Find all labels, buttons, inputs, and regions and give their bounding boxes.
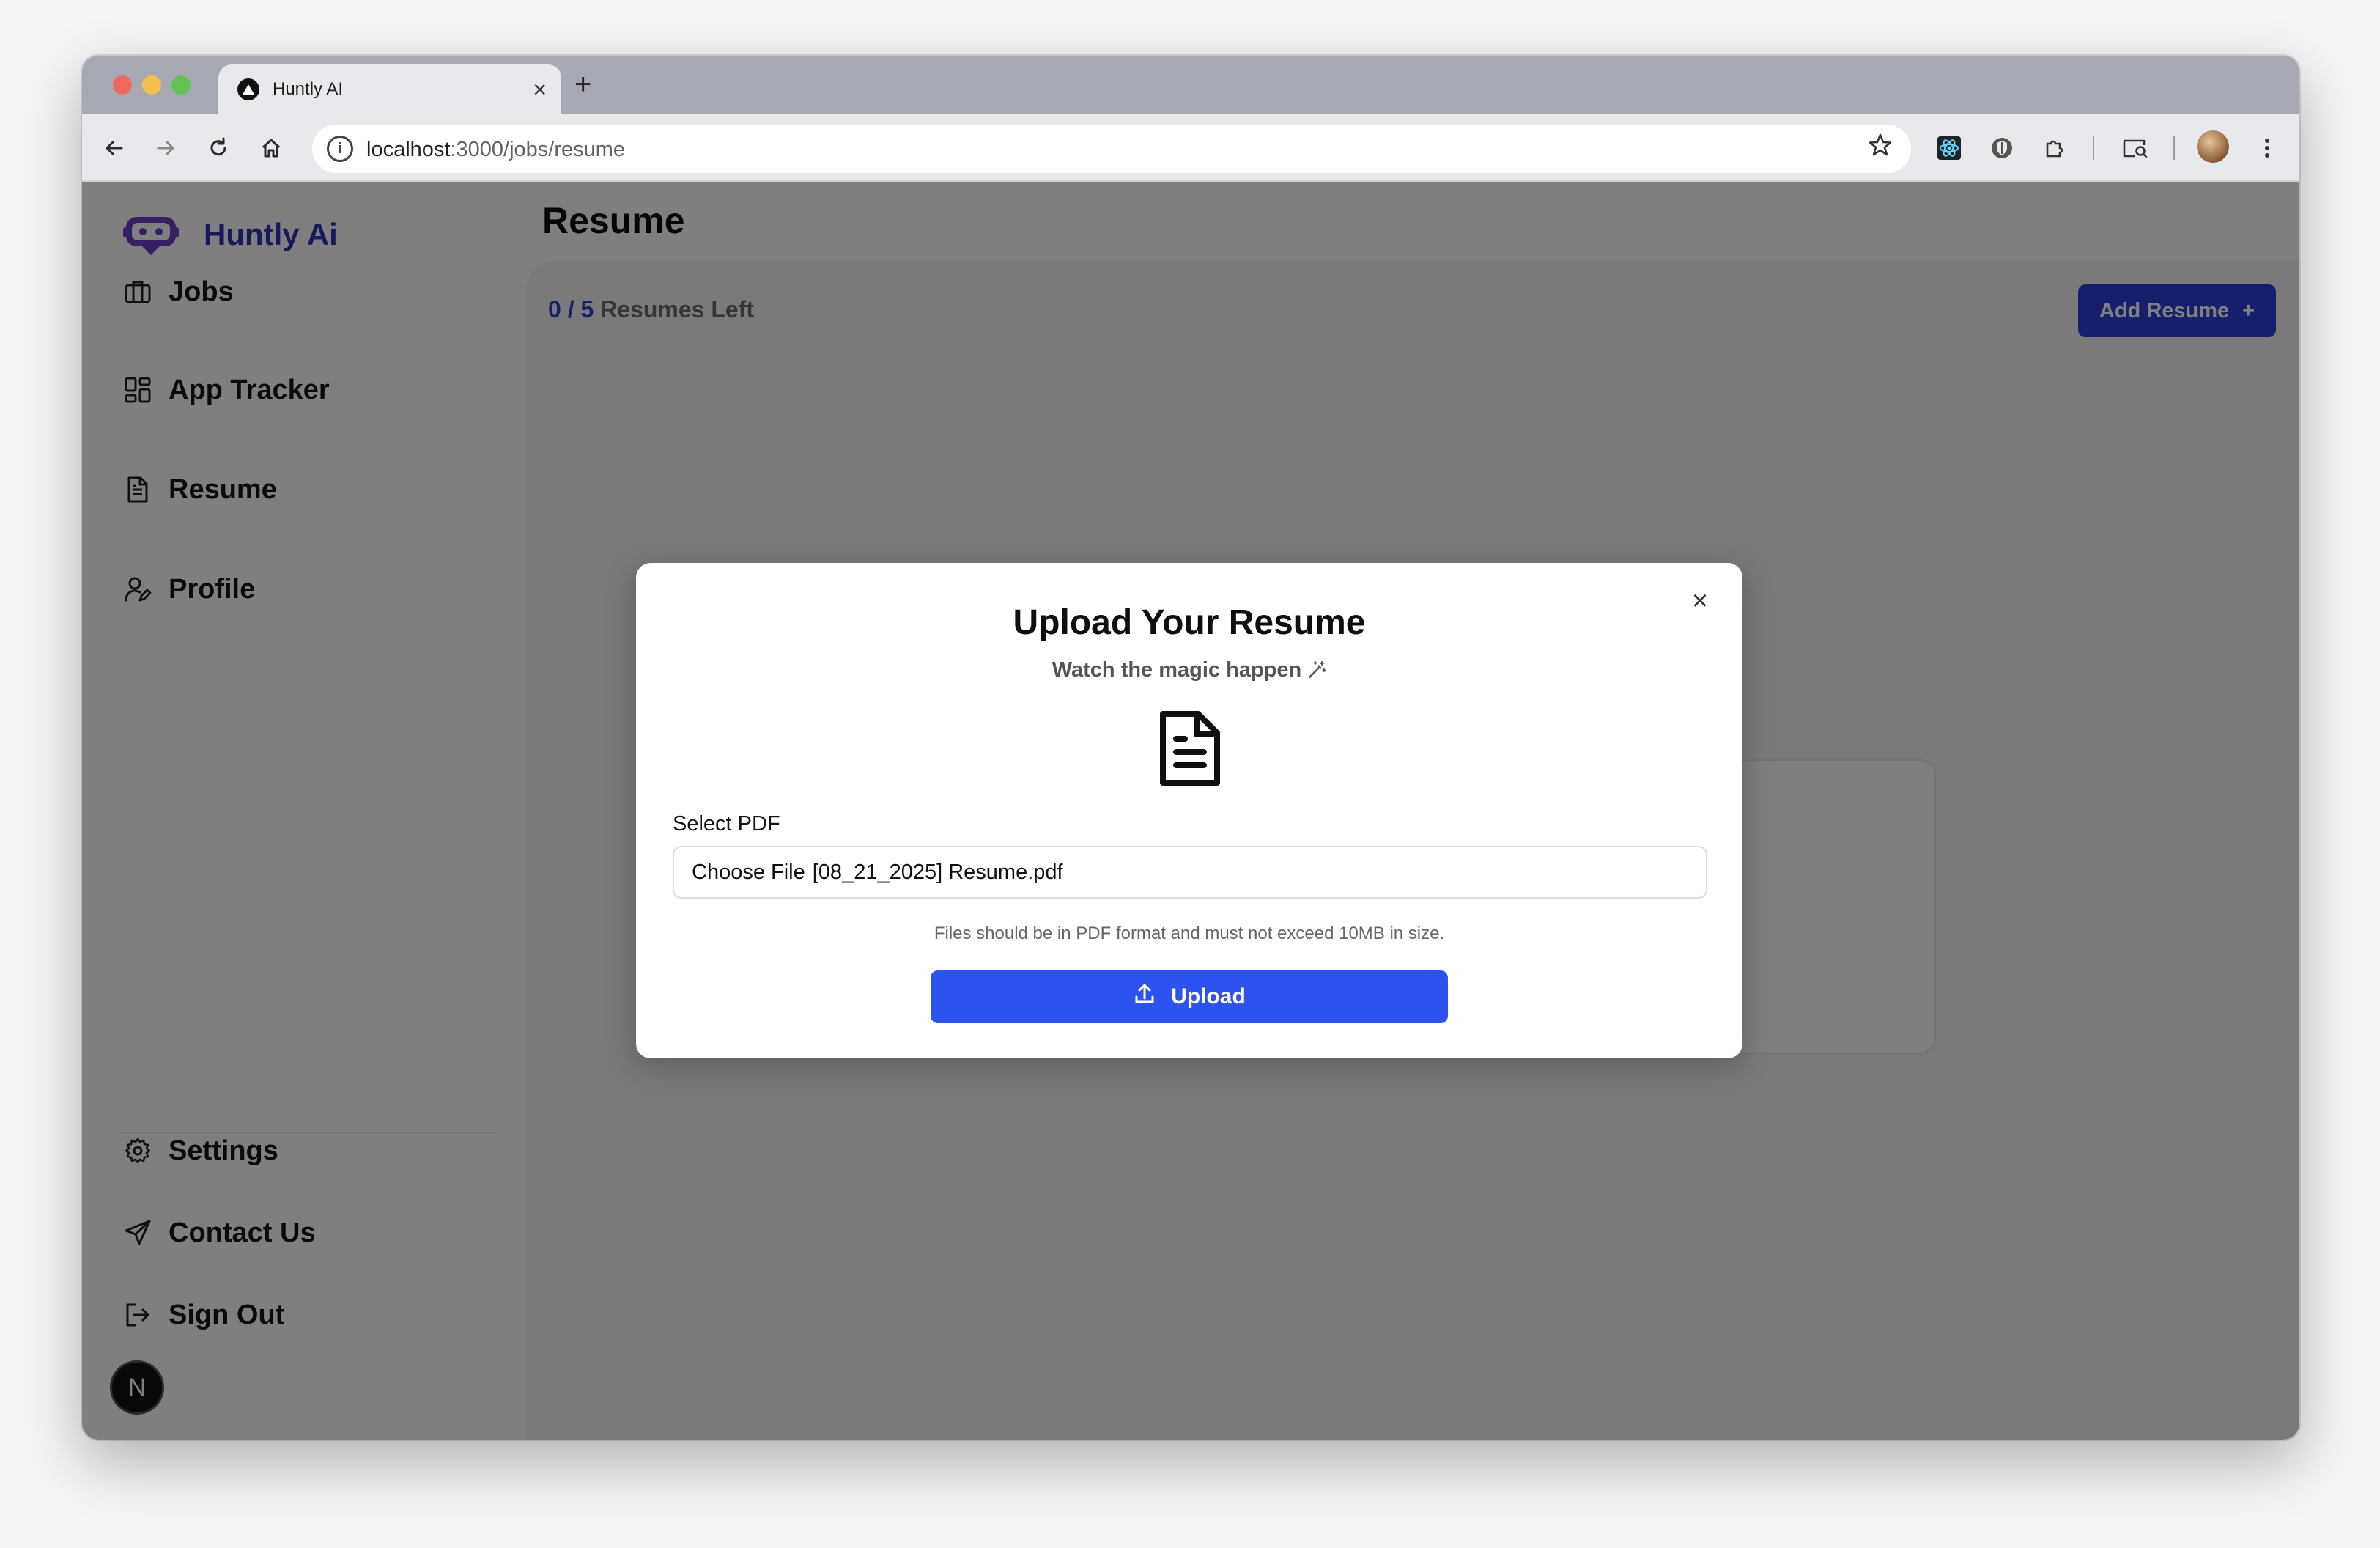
- puzzle-extensions-icon[interactable]: [2039, 132, 2071, 164]
- profile-avatar[interactable]: [2197, 130, 2229, 163]
- upload-resume-dialog: × Upload Your Resume Watch the magic hap…: [636, 563, 1742, 1058]
- dialog-subtitle: Watch the magic happen: [636, 658, 1742, 682]
- star-icon[interactable]: [1867, 132, 1893, 165]
- address-bar[interactable]: i localhost:3000/jobs/resume: [312, 125, 1911, 173]
- toolbar-separator: [2173, 136, 2175, 160]
- dialog-title: Upload Your Resume: [1013, 603, 1366, 642]
- select-pdf-label: Select PDF: [673, 812, 780, 836]
- tab-title: Huntly AI: [273, 79, 344, 99]
- tab-close-icon[interactable]: ×: [533, 75, 547, 104]
- desktop-background: Huntly AI × + i localhost:3000/jobs/resu…: [0, 0, 2380, 1548]
- browser-toolbar: i localhost:3000/jobs/resume: [82, 114, 2299, 182]
- back-arrow-icon[interactable]: [97, 130, 132, 166]
- forward-arrow-icon[interactable]: [148, 130, 183, 166]
- close-window-button[interactable]: [113, 75, 132, 95]
- toolbar-separator: [2093, 136, 2094, 160]
- home-icon[interactable]: [254, 130, 289, 166]
- selected-file-name: [08_21_2025] Resume.pdf: [812, 860, 1063, 884]
- browser-tab[interactable]: Huntly AI ×: [218, 64, 561, 114]
- magic-wand-icon: [1307, 658, 1326, 682]
- url-text: localhost:3000/jobs/resume: [366, 138, 626, 161]
- reload-icon[interactable]: [201, 130, 236, 166]
- info-icon[interactable]: i: [327, 136, 353, 162]
- react-devtools-icon[interactable]: [1933, 132, 1965, 164]
- shield-extension-icon[interactable]: [1986, 132, 2018, 164]
- upload-button[interactable]: Upload: [931, 970, 1448, 1023]
- upload-icon: [1133, 982, 1156, 1011]
- document-icon: [1160, 711, 1220, 786]
- browser-window: Huntly AI × + i localhost:3000/jobs/resu…: [82, 56, 2299, 1440]
- minimize-window-button[interactable]: [142, 75, 161, 95]
- kebab-menu-icon[interactable]: [2251, 132, 2283, 164]
- tab-strip: Huntly AI × +: [82, 56, 2299, 114]
- file-requirements-hint: Files should be in PDF format and must n…: [934, 924, 1445, 943]
- maximize-window-button[interactable]: [171, 75, 191, 95]
- new-tab-button[interactable]: +: [574, 66, 591, 103]
- file-input[interactable]: Choose File [08_21_2025] Resume.pdf: [673, 846, 1707, 899]
- choose-file-button[interactable]: Choose File: [692, 860, 805, 885]
- tab-search-icon[interactable]: [2119, 132, 2151, 164]
- favicon-icon: [237, 78, 259, 100]
